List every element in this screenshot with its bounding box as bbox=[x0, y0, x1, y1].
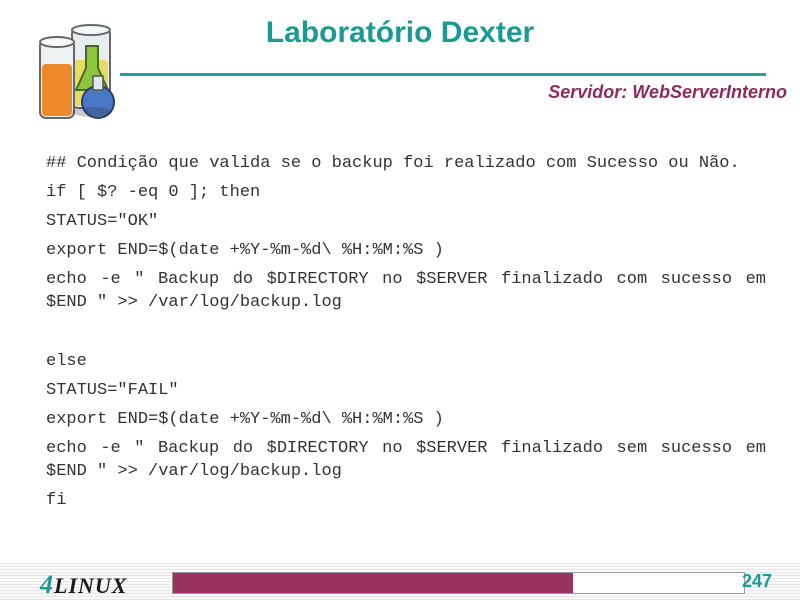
code-line: STATUS="FAIL" bbox=[46, 381, 179, 400]
code-line: if [ $? -eq 0 ]; then bbox=[46, 183, 261, 202]
page-title: Laboratório Dexter bbox=[265, 16, 535, 49]
code-block: ## Condição que valida se o backup foi r… bbox=[46, 152, 766, 518]
code-line: export END=$(date +%Y-%m-%d\ %H:%M:%S ) bbox=[46, 241, 444, 260]
code-line: ## Condição que valida se o backup foi r… bbox=[46, 154, 740, 173]
slide-progress-bar bbox=[172, 572, 745, 594]
server-subtitle: Servidor: WebServerInterno bbox=[548, 82, 787, 102]
code-line: export END=$(date +%Y-%m-%d\ %H:%M:%S ) bbox=[46, 410, 444, 429]
brand-logo: 4LINUX bbox=[40, 570, 127, 600]
brand-text: LINUX bbox=[54, 573, 128, 598]
page-number: 247 bbox=[741, 571, 772, 591]
slide-progress-fill bbox=[173, 573, 573, 593]
code-line: fi bbox=[46, 491, 67, 510]
brand-number: 4 bbox=[40, 570, 54, 599]
title-divider bbox=[120, 73, 766, 76]
code-line: echo -e " Backup do $DIRECTORY no $SERVE… bbox=[46, 270, 766, 312]
code-line: echo -e " Backup do $DIRECTORY no $SERVE… bbox=[46, 439, 766, 481]
code-line: else bbox=[46, 352, 87, 371]
code-line: STATUS="OK" bbox=[46, 212, 159, 231]
